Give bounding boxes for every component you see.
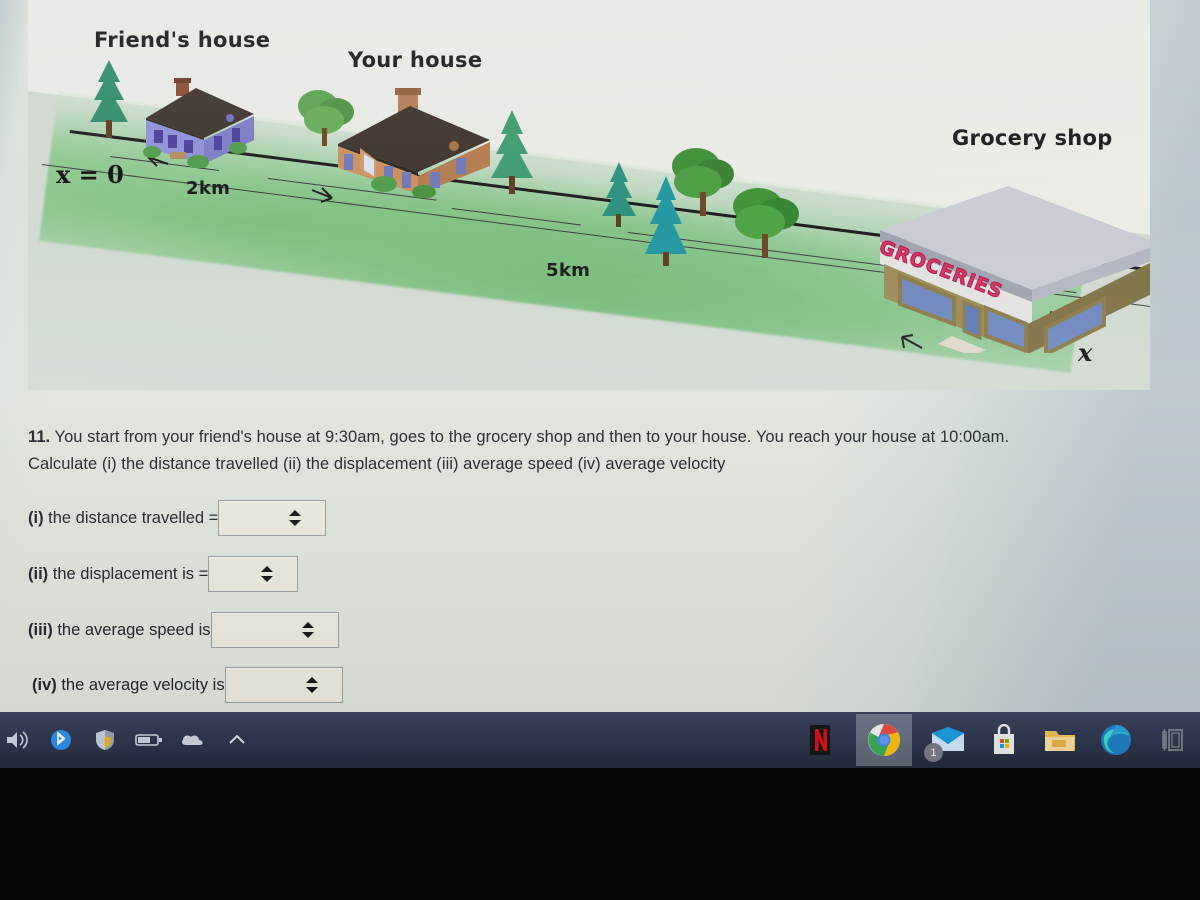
- distance-5km-label: 5km: [546, 260, 591, 281]
- system-tray-left: [0, 712, 252, 768]
- answer-text-iii: the average speed is: [52, 620, 211, 639]
- answer-row-ii: (ii) the displacement is =: [28, 556, 299, 592]
- answer-label-i: (i) the distance travelled =: [28, 509, 218, 528]
- battery-icon[interactable]: [134, 725, 164, 755]
- security-shield-icon[interactable]: [90, 725, 120, 755]
- pine-tree-beside-your-house: [488, 108, 536, 203]
- answer-row-i: (i) the distance travelled =: [28, 500, 327, 536]
- answer-marker-ii: (ii): [28, 564, 49, 583]
- onedrive-cloud-icon[interactable]: [178, 725, 208, 755]
- physics-diagram: GROCERIES Friend's house Your house Groc…: [28, 0, 1150, 390]
- answer-row-iv: (iv) the average velocity is: [32, 667, 343, 703]
- taskbar-app-buttons: 1: [800, 712, 1192, 768]
- origin-label: x = 0: [56, 160, 124, 189]
- question-text-1: You start from your friend's house at 9:…: [54, 428, 1010, 446]
- grocery-shop-label: Grocery shop: [952, 126, 1113, 150]
- question-number: 11.: [28, 428, 51, 446]
- x-axis-label: x: [1078, 338, 1093, 367]
- answer-label-iv: (iv) the average velocity is: [32, 676, 225, 695]
- netflix-icon[interactable]: [800, 720, 840, 760]
- distance-2km-label: 2km: [186, 178, 231, 199]
- answer-marker-iv: (iv): [32, 675, 57, 694]
- laptop-bezel: hp: [0, 768, 1200, 900]
- deciduous-tree-right: [726, 182, 802, 275]
- show-hidden-icons-chevron[interactable]: [222, 725, 252, 755]
- edge-icon[interactable]: [1096, 720, 1136, 760]
- spinner-arrows-icon[interactable]: [261, 566, 274, 582]
- answer-select-i[interactable]: [218, 500, 327, 536]
- mail-icon[interactable]: 1: [924, 720, 968, 762]
- question-text-2: Calculate (i) the distance travelled (ii…: [28, 455, 726, 473]
- answer-label-iii: (iii) the average speed is: [28, 621, 211, 640]
- webpage-viewport: GROCERIES Friend's house Your house Groc…: [0, 0, 1200, 712]
- friends-house-illustration: [134, 78, 264, 173]
- answer-select-iv[interactable]: [224, 667, 343, 703]
- pine-tree-mid-small: [600, 160, 638, 235]
- answer-select-ii[interactable]: [208, 556, 299, 592]
- answer-marker-iii: (iii): [28, 620, 53, 639]
- file-explorer-icon[interactable]: [1040, 720, 1080, 760]
- your-house-illustration: [324, 88, 504, 203]
- media-app-icon[interactable]: [1152, 720, 1192, 760]
- answer-label-ii: (ii) the displacement is =: [28, 565, 208, 584]
- mail-badge: 1: [924, 743, 943, 762]
- laptop-screen: GROCERIES Friend's house Your house Groc…: [0, 0, 1200, 900]
- spinner-arrows-icon[interactable]: [289, 510, 302, 526]
- taskbar-active-highlight[interactable]: [856, 714, 912, 766]
- answer-text-i: the distance travelled =: [43, 508, 219, 527]
- answer-text-iv: the average velocity is: [56, 675, 225, 694]
- chrome-icon[interactable]: [864, 720, 904, 760]
- answer-marker-i: (i): [28, 508, 44, 527]
- question-block: 11. You start from your friend's house a…: [28, 424, 1168, 478]
- answer-row-iii: (iii) the average speed is: [28, 612, 339, 648]
- answer-select-iii[interactable]: [210, 612, 339, 648]
- microsoft-store-icon[interactable]: [984, 720, 1024, 760]
- friends-house-label: Friend's house: [94, 28, 271, 52]
- bluetooth-icon[interactable]: [46, 725, 76, 755]
- spinner-arrows-icon[interactable]: [305, 677, 318, 693]
- pine-tree-left: [86, 58, 132, 147]
- question-line-1: 11. You start from your friend's house a…: [28, 424, 1168, 451]
- windows-taskbar[interactable]: 1: [0, 712, 1200, 768]
- volume-icon[interactable]: [2, 725, 32, 755]
- grocery-shop-illustration: GROCERIES: [868, 178, 1150, 358]
- your-house-label: Your house: [348, 48, 483, 72]
- answer-text-ii: the displacement is =: [48, 564, 209, 583]
- spinner-arrows-icon[interactable]: [301, 622, 314, 638]
- question-line-2: Calculate (i) the distance travelled (ii…: [28, 451, 1168, 478]
